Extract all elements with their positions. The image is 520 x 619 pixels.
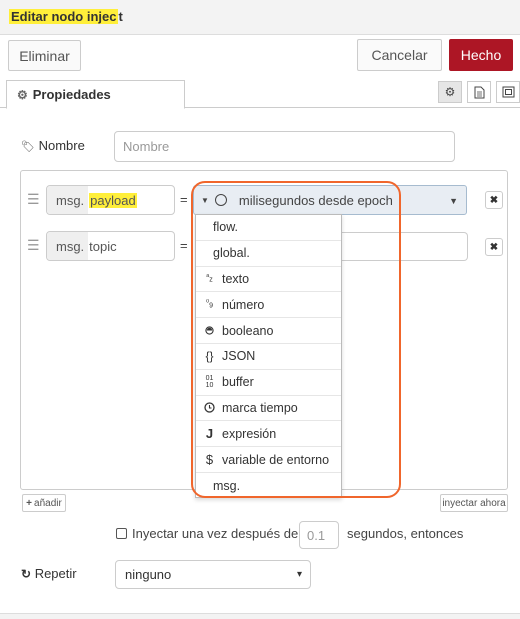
name-placeholder: Nombre <box>123 139 170 154</box>
menu-item-label: global. <box>213 246 250 261</box>
repeat-icon: ↻ <box>21 567 32 581</box>
property-name-payload: payload <box>89 192 137 208</box>
menu-item-env[interactable]: $ variable de entorno <box>196 447 341 473</box>
dialog-title-highlight: Editar nodo injec <box>9 9 119 24</box>
expression-icon: J <box>205 426 214 442</box>
property-input-topic[interactable]: msg. topic <box>46 231 175 261</box>
menu-item-timestamp[interactable]: marca tiempo <box>196 396 341 422</box>
menu-item-expression[interactable]: Jexpresión <box>196 421 341 448</box>
menu-item-global[interactable]: global. <box>196 241 341 267</box>
property-name-topic: topic <box>89 238 117 254</box>
done-button[interactable]: Hecho <box>449 39 513 71</box>
repeat-label-text: Repetir <box>34 566 77 581</box>
menu-item-label: booleano <box>222 323 274 338</box>
dialog-titlebar: Editar nodo injec t <box>0 0 520 35</box>
inject-delay-input[interactable]: 0.1 <box>299 521 339 549</box>
number-icon: ⁰9 <box>205 298 214 311</box>
property-input-payload[interactable]: msg. payload <box>46 185 175 215</box>
menu-item-boolean[interactable]: booleano <box>196 318 341 344</box>
menu-item-label: marca tiempo <box>222 400 298 415</box>
caret-down-icon: ▼ <box>449 196 458 206</box>
menu-item-flow[interactable]: flow. <box>196 215 341 241</box>
remove-row-button[interactable]: ✖ <box>485 191 503 209</box>
menu-item-label: número <box>222 297 265 312</box>
appearance-icon[interactable] <box>496 81 520 103</box>
gear-icon[interactable]: ⚙ <box>438 81 462 103</box>
dialog-footer <box>0 613 520 619</box>
tab-properties-label: Propiedades <box>32 87 111 102</box>
msg-prefix: msg. <box>47 232 89 260</box>
add-label: añadir <box>34 497 62 509</box>
buffer-icon: 01 10 <box>205 375 214 390</box>
plus-icon: + <box>26 497 33 509</box>
drag-handle-icon[interactable]: ☰ <box>27 191 40 208</box>
menu-item-string[interactable]: ᵃz texto <box>196 267 341 293</box>
menu-item-label: flow. <box>213 220 239 235</box>
drag-handle-icon[interactable]: ☰ <box>27 237 40 254</box>
menu-item-label: buffer <box>222 375 254 390</box>
inject-once-checkbox[interactable] <box>116 528 127 539</box>
menu-item-label: variable de entorno <box>222 452 330 467</box>
string-icon: ᵃz <box>206 272 213 284</box>
msg-prefix: msg. <box>47 186 89 214</box>
menu-item-msg[interactable]: msg. <box>196 473 341 499</box>
equals-sign: = <box>180 192 188 207</box>
gear-icon: ⚙ <box>17 87 28 102</box>
inject-now-button[interactable]: inyectar ahora <box>440 494 508 512</box>
json-icon: {} <box>205 349 214 364</box>
type-dropdown-menu: flow. global. ᵃz texto ⁰9 número booleano … <box>195 214 342 498</box>
menu-item-label: texto <box>222 271 250 286</box>
delete-button[interactable]: Eliminar <box>8 40 81 71</box>
cancel-button[interactable]: Cancelar <box>357 39 442 71</box>
equals-sign: = <box>180 238 188 253</box>
menu-item-label: expresión <box>222 426 277 441</box>
clock-icon <box>214 194 227 206</box>
remove-row-button[interactable]: ✖ <box>485 238 503 256</box>
name-label-text: Nombre <box>38 138 85 153</box>
repeat-label: ↻ Repetir <box>21 566 77 581</box>
menu-item-number[interactable]: ⁰9 número <box>196 292 341 319</box>
inject-delay-value: 0.1 <box>307 527 326 543</box>
boolean-icon <box>203 326 216 335</box>
menu-item-json[interactable]: {} JSON <box>196 344 341 370</box>
inject-once-label: Inyectar una vez después de <box>132 526 299 541</box>
menu-item-label: msg. <box>213 478 241 493</box>
add-property-button[interactable]: + añadir <box>22 494 66 512</box>
description-icon[interactable] <box>467 81 491 103</box>
tag-icon: 🏷 <box>21 141 35 153</box>
value-type-select[interactable]: ▼ milisegundos desde epoch ▼ <box>193 185 467 215</box>
dialog-title: Editar nodo injec t <box>9 9 123 25</box>
menu-item-buffer[interactable]: 01 10 buffer <box>196 370 341 396</box>
inject-once-suffix: segundos, entonces <box>347 526 464 541</box>
name-input[interactable]: Nombre <box>114 131 455 162</box>
tab-properties[interactable]: ⚙ Propiedades <box>6 80 185 109</box>
dropdown-arrow-icon: ▼ <box>201 195 209 205</box>
repeat-select[interactable]: ninguno ▾ <box>115 560 311 589</box>
env-icon: $ <box>205 452 214 468</box>
topic-value-input[interactable] <box>340 232 468 261</box>
menu-item-label: JSON <box>222 349 256 364</box>
chevron-down-icon: ▾ <box>296 569 302 580</box>
name-label: 🏷 Nombre <box>21 138 85 153</box>
repeat-value: ninguno <box>125 567 172 582</box>
clock-icon <box>203 402 216 414</box>
dialog-title-rest: t <box>118 9 123 24</box>
value-type-label: milisegundos desde epoch <box>238 192 393 208</box>
